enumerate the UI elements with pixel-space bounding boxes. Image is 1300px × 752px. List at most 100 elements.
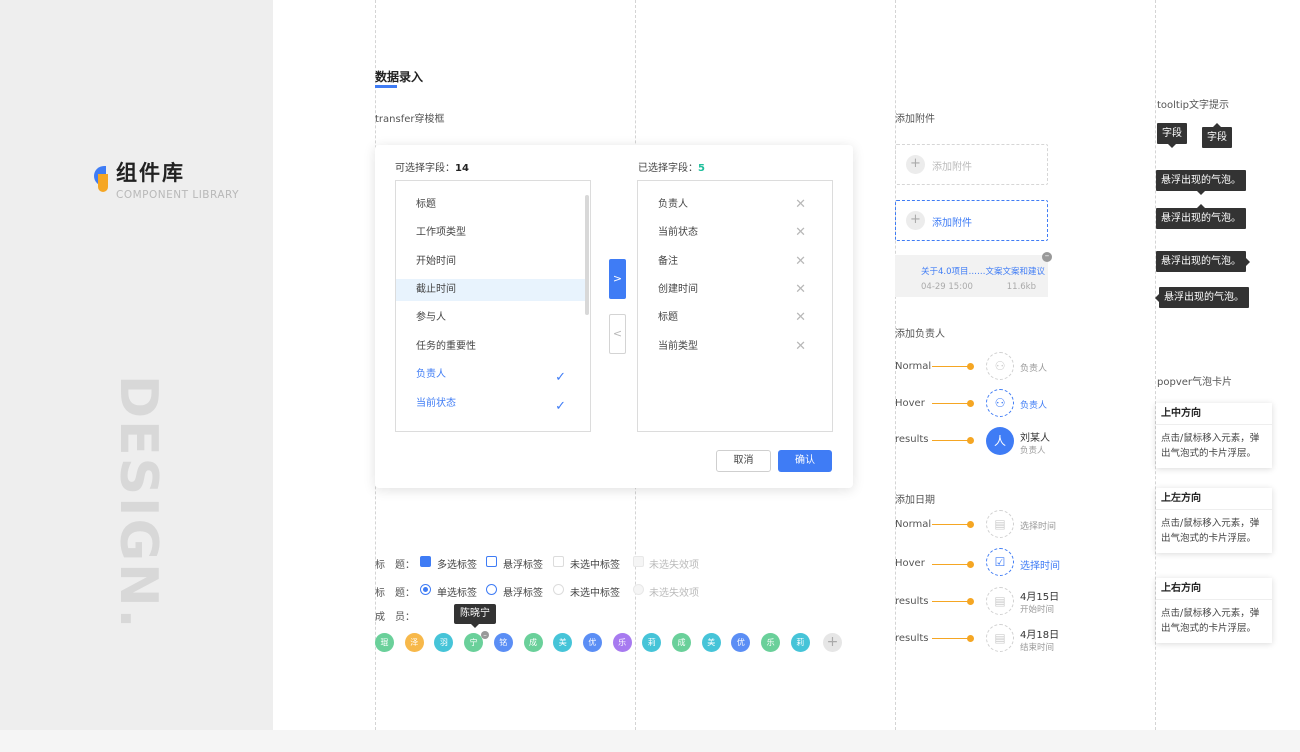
user-icon[interactable]: ⚇ [986, 352, 1014, 380]
list-item[interactable]: 标题 [396, 194, 586, 216]
member-avatar[interactable]: 成 [523, 633, 543, 652]
state-label: Hover [895, 398, 925, 409]
popover-title: 上右方向 [1156, 578, 1272, 600]
close-icon[interactable]: ✕ [795, 307, 806, 329]
popover-card: 上中方向 点击/鼠标移入元素，弹出气泡式的卡片浮层。 [1156, 403, 1272, 468]
close-icon[interactable]: ✕ [795, 251, 806, 273]
add-user-icon[interactable]: ⚇ [986, 389, 1014, 417]
radio-label: 未选中标签 [570, 588, 620, 599]
popover-card: 上左方向 点击/鼠标移入元素，弹出气泡式的卡片浮层。 [1156, 488, 1272, 553]
member-avatar[interactable]: 美 [701, 633, 721, 652]
member-tooltip: 陈晓宁 [454, 604, 496, 628]
checkbox-label: 悬浮标签 [503, 560, 543, 571]
connector-line [932, 366, 970, 367]
member-avatar[interactable]: 琨 [375, 633, 394, 652]
member-avatar[interactable]: 优 [731, 633, 751, 652]
member-avatar[interactable]: 莉 [790, 633, 810, 652]
remove-badge-icon[interactable]: – [481, 631, 489, 639]
radio-label: 悬浮标签 [503, 588, 543, 599]
connector-line [932, 601, 970, 602]
transfer-card: 可选择字段：14 已选择字段：5 标题 工作项类型 开始时间 截止时间 参与人 … [375, 145, 853, 488]
member-avatar[interactable]: 乐 [761, 633, 781, 652]
list-item[interactable]: 参与人 [396, 307, 586, 329]
attach-button-label: 添加附件 [932, 218, 972, 229]
list-item: 标题 ✕ [638, 307, 828, 329]
member-avatar[interactable]: 乐 [612, 633, 632, 652]
date-placeholder: 选择时间 [1020, 522, 1057, 532]
list-item[interactable]: 任务的重要性 [396, 336, 586, 358]
radio-label: 单选标签 [437, 588, 477, 599]
owner-role: 负责人 [1020, 446, 1046, 456]
radio-row-label: 标 题： [375, 588, 415, 599]
calendar-icon[interactable]: ▤ [986, 510, 1014, 538]
owner-placeholder: 负责人 [1020, 364, 1048, 374]
close-icon[interactable]: ✕ [795, 194, 806, 216]
file-card[interactable]: 关于4.0项目……文案文案和建议 04-29 15:00 11.6kb [895, 255, 1048, 297]
member-avatar[interactable]: 莉 [642, 633, 662, 652]
connector-line [932, 564, 970, 565]
close-icon[interactable]: ✕ [795, 279, 806, 301]
checkbox-checked[interactable] [420, 556, 431, 567]
check-icon: ✓ [555, 399, 566, 414]
right-header: 已选择字段：5 [638, 163, 705, 174]
transfer-label: transfer穿梭框 [375, 114, 445, 125]
tooltip-label: tooltip文字提示 [1157, 100, 1229, 111]
radio-unchecked[interactable] [553, 584, 564, 595]
list-item: 当前类型 ✕ [638, 336, 828, 358]
tooltip-bubble: 悬浮出现的气泡。 [1156, 251, 1250, 272]
list-item[interactable]: 工作项类型 [396, 222, 586, 244]
state-label: Normal [895, 361, 932, 372]
left-header: 可选择字段：14 [395, 163, 469, 174]
member-avatar[interactable]: 羽 [434, 633, 454, 652]
members-label: 成 员： [375, 612, 415, 623]
file-name[interactable]: 关于4.0项目……文案文案和建议 [921, 265, 1045, 277]
list-item[interactable]: 负责人 ✓ [396, 364, 586, 386]
owner-label: 添加负责人 [895, 329, 945, 340]
close-icon[interactable]: ✕ [795, 336, 806, 358]
close-icon[interactable]: ✕ [795, 222, 806, 244]
attach-label: 添加附件 [895, 114, 935, 125]
remove-file-icon[interactable]: – [1042, 252, 1052, 262]
calendar-icon[interactable]: ▤ [986, 624, 1014, 652]
member-avatar[interactable]: 美 [553, 633, 573, 652]
avatar[interactable]: 人 [986, 427, 1014, 455]
left-list: 标题 工作项类型 开始时间 截止时间 参与人 任务的重要性 负责人 ✓ 当前状态 ✓ [395, 180, 591, 432]
calendar-check-icon[interactable]: ☑ [986, 548, 1014, 576]
list-item[interactable]: 开始时间 [396, 251, 586, 273]
attach-button-hover[interactable]: + 添加附件 [895, 200, 1048, 241]
calendar-icon[interactable]: ▤ [986, 587, 1014, 615]
file-size: 11.6kb [1006, 282, 1036, 292]
checkbox-unchecked[interactable] [553, 556, 564, 567]
list-item: 负责人 ✕ [638, 194, 828, 216]
scrollbar[interactable] [585, 195, 589, 315]
connector-dot [967, 400, 974, 407]
right-count: 5 [698, 163, 705, 174]
member-avatar[interactable]: 优 [582, 633, 602, 652]
move-left-button[interactable]: < [609, 314, 626, 354]
attach-button-normal[interactable]: + 添加附件 [895, 144, 1048, 185]
cancel-button[interactable]: 取消 [716, 450, 771, 472]
member-avatar[interactable]: 铭 [493, 633, 513, 652]
connector-line [932, 403, 970, 404]
add-member-button[interactable]: + [823, 633, 842, 652]
file-date: 04-29 15:00 [921, 282, 973, 292]
connector-dot [967, 635, 974, 642]
state-label: results [895, 633, 929, 644]
popover-label: popver气泡卡片 [1157, 377, 1232, 388]
move-right-button[interactable]: > [609, 259, 626, 299]
checkbox-hover[interactable] [486, 556, 497, 567]
connector-dot [967, 598, 974, 605]
popover-body: 点击/鼠标移入元素，弹出气泡式的卡片浮层。 [1161, 518, 1260, 544]
radio-checked[interactable] [420, 584, 431, 595]
confirm-button[interactable]: 确认 [778, 450, 832, 472]
radio-hover[interactable] [486, 584, 497, 595]
member-avatar[interactable]: 泽 [404, 633, 424, 652]
start-date: 4月15日 [1020, 592, 1060, 603]
checkbox-row-label: 标 题： [375, 560, 415, 571]
tooltip-bubble: 悬浮出现的气泡。 [1156, 204, 1246, 229]
list-item[interactable]: 截止时间 [396, 279, 586, 301]
tooltip-bubble: 悬浮出现的气泡。 [1156, 170, 1246, 195]
list-item[interactable]: 当前状态 ✓ [396, 393, 586, 415]
state-label: results [895, 434, 929, 445]
member-avatar[interactable]: 成 [672, 633, 691, 652]
